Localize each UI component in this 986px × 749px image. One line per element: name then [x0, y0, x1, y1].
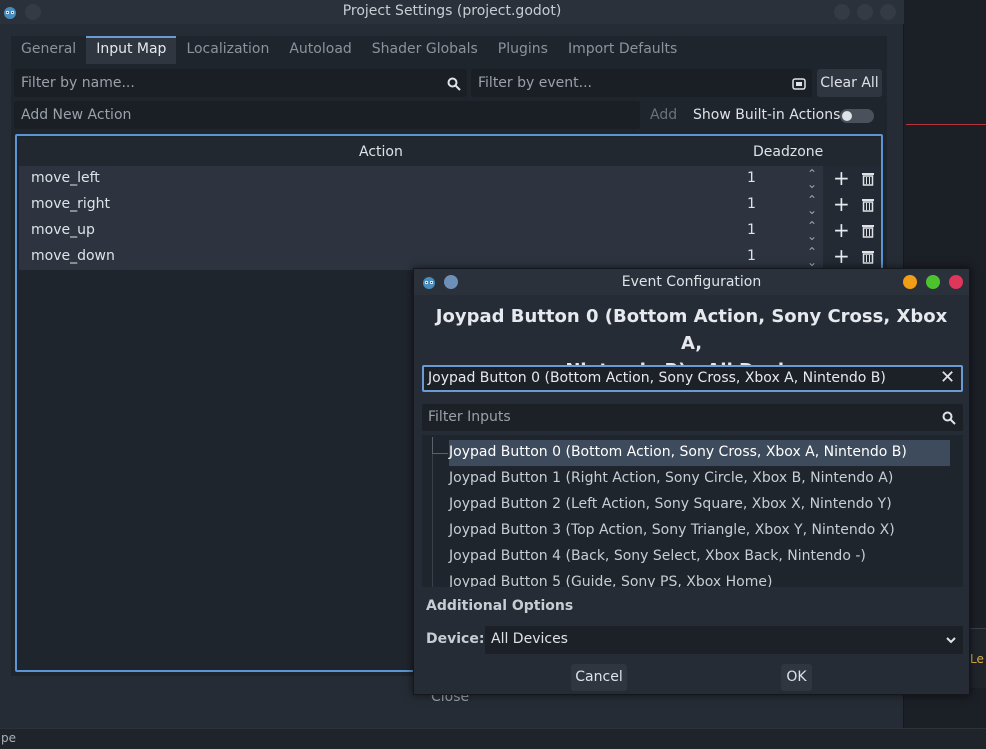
list-item[interactable]: Joypad Button 0 (Bottom Action, Sony Cro… [449, 440, 950, 466]
tree-guide-line [432, 453, 448, 454]
filter-inputs-field[interactable]: Filter Inputs [422, 404, 963, 431]
list-item-label: Joypad Button 5 (Guide, Sony PS, Xbox Ho… [449, 574, 773, 587]
add-event-button[interactable]: + [833, 245, 850, 267]
list-item[interactable]: Joypad Button 3 (Top Action, Sony Triang… [422, 518, 952, 544]
cancel-button[interactable]: Cancel [571, 664, 627, 691]
add-action-button[interactable]: Add [650, 107, 677, 123]
maximize-button[interactable] [857, 4, 873, 20]
list-item-label: Joypad Button 1 (Right Action, Sony Circ… [449, 470, 894, 486]
filter-by-name-input[interactable]: Filter by name... [14, 69, 467, 97]
show-builtin-toggle[interactable] [840, 109, 874, 123]
column-action: Action [359, 144, 403, 160]
keyboard-icon[interactable] [792, 77, 806, 91]
row-actions: + [823, 244, 881, 270]
additional-options-heading: Additional Options [426, 598, 574, 614]
dialog-titlebar: Event Configuration [414, 269, 969, 295]
tree-guide-line [432, 437, 433, 454]
action-row[interactable]: move_right 1 ⌃ ⌄ + [19, 192, 881, 218]
tab-shader-globals[interactable]: Shader Globals [362, 36, 488, 64]
row-actions: + [823, 218, 881, 244]
titlebar: Project Settings (project.godot) [0, 0, 904, 24]
action-name: move_down [31, 248, 115, 264]
action-name: move_up [31, 222, 95, 238]
clear-all-button[interactable]: Clear All [817, 69, 882, 97]
list-item-label: Joypad Button 4 (Back, Sony Select, Xbox… [449, 548, 866, 564]
input-list: Joypad Button 0 (Bottom Action, Sony Cro… [422, 435, 963, 587]
event-listener-field[interactable]: Joypad Button 0 (Bottom Action, Sony Cro… [422, 365, 963, 392]
search-icon [942, 411, 956, 425]
device-label: Device: [426, 631, 485, 647]
action-row[interactable]: move_up 1 ⌃ ⌄ + [19, 218, 881, 244]
action-name: move_left [31, 170, 100, 186]
tab-plugins[interactable]: Plugins [488, 36, 558, 64]
filter-by-event-input[interactable]: Filter by event... [471, 69, 812, 97]
clear-icon[interactable]: ✕ [940, 367, 955, 388]
tab-input-map[interactable]: Input Map [86, 36, 177, 64]
close-button[interactable] [880, 4, 896, 20]
tab-bar: General Input Map Localization Autoload … [11, 36, 687, 64]
list-item[interactable]: Joypad Button 1 (Right Action, Sony Circ… [422, 466, 952, 492]
tree-header: Action Deadzone [19, 138, 881, 166]
device-select[interactable]: All Devices [485, 626, 963, 654]
editor-side-label: Le [970, 652, 984, 666]
filter-by-event-placeholder: Filter by event... [478, 75, 592, 91]
show-builtin-label: Show Built-in Actions [693, 107, 841, 123]
event-header-line1: Joypad Button 0 (Bottom Action, Sony Cro… [435, 306, 948, 354]
dialog-title: Event Configuration [621, 274, 762, 290]
dialog-maximize-button[interactable] [926, 275, 940, 289]
list-item-label: Joypad Button 2 (Left Action, Sony Squar… [449, 496, 892, 512]
action-row[interactable]: move_down 1 ⌃ ⌄ + [19, 244, 881, 270]
status-bar [0, 728, 986, 749]
tab-autoload[interactable]: Autoload [279, 36, 361, 64]
status-text: pe [1, 731, 16, 745]
list-item[interactable]: Joypad Button 2 (Left Action, Sony Squar… [422, 492, 952, 518]
device-selected-value: All Devices [491, 631, 568, 647]
add-event-button[interactable]: + [833, 167, 850, 189]
dialog-close-button[interactable] [949, 275, 963, 289]
add-event-button[interactable]: + [833, 219, 850, 241]
search-icon [447, 77, 461, 91]
add-event-button[interactable]: + [833, 193, 850, 215]
delete-icon[interactable] [861, 224, 875, 238]
column-deadzone: Deadzone [753, 144, 824, 160]
ok-button[interactable]: OK [781, 664, 812, 691]
list-item[interactable]: Joypad Button 4 (Back, Sony Select, Xbox… [422, 544, 952, 570]
event-configuration-dialog: Event Configuration Joypad Button 0 (Bot… [413, 268, 970, 695]
add-new-action-input[interactable]: Add New Action [14, 101, 640, 129]
spinner-arrows-icon[interactable]: ⌃ ⌄ [807, 168, 817, 190]
window-title: Project Settings (project.godot) [342, 3, 562, 19]
list-item[interactable]: Joypad Button 5 (Guide, Sony PS, Xbox Ho… [422, 570, 952, 587]
dialog-minimize-button[interactable] [903, 275, 917, 289]
minimize-button[interactable] [834, 4, 850, 20]
spinner-arrows-icon[interactable]: ⌃ ⌄ [807, 194, 817, 216]
action-name: move_right [31, 196, 110, 212]
spinner-arrows-icon[interactable]: ⌃ ⌄ [807, 220, 817, 242]
event-listener-value: Joypad Button 0 (Bottom Action, Sony Cro… [428, 370, 886, 386]
tab-general[interactable]: General [11, 36, 86, 64]
list-item-label: Joypad Button 3 (Top Action, Sony Triang… [449, 522, 895, 538]
list-item-label: Joypad Button 0 (Bottom Action, Sony Cro… [449, 444, 907, 460]
viewport-guide-line [906, 124, 986, 125]
deadzone-value[interactable]: 1 [747, 248, 756, 264]
delete-icon[interactable] [861, 172, 875, 186]
delete-icon[interactable] [861, 198, 875, 212]
spinner-arrows-icon[interactable]: ⌃ ⌄ [807, 246, 817, 268]
deadzone-value[interactable]: 1 [747, 222, 756, 238]
delete-icon[interactable] [861, 250, 875, 264]
action-row[interactable]: move_left 1 ⌃ ⌄ + [19, 166, 881, 192]
deadzone-value[interactable]: 1 [747, 170, 756, 186]
row-actions: + [823, 192, 881, 218]
row-actions: + [823, 166, 881, 192]
filter-inputs-placeholder: Filter Inputs [428, 409, 511, 425]
tab-import-defaults[interactable]: Import Defaults [558, 36, 687, 64]
tab-localization[interactable]: Localization [176, 36, 279, 64]
deadzone-value[interactable]: 1 [747, 196, 756, 212]
add-new-action-placeholder: Add New Action [21, 107, 132, 123]
chevron-down-icon [946, 637, 956, 644]
filter-by-name-placeholder: Filter by name... [21, 75, 135, 91]
